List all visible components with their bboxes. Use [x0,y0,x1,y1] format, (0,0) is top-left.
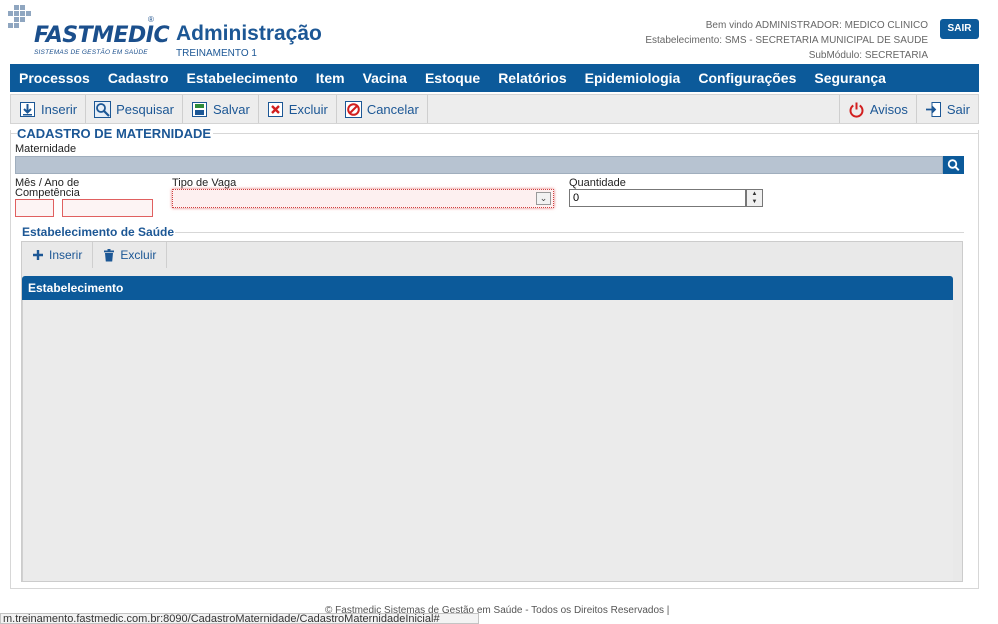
chevron-down-icon[interactable]: ⌄ [536,192,551,205]
delete-button[interactable]: Excluir [259,95,337,123]
plus-icon [33,250,43,260]
insert-button[interactable]: Inserir [11,95,87,123]
form-title: CADASTRO DE MATERNIDADE [17,126,214,141]
maternidade-label: Maternidade [15,143,77,155]
header: FASTMEDIC ® SISTEMAS DE GESTÃO EM SAÚDE … [0,0,998,64]
fastmedic-logo[interactable]: FASTMEDIC ® SISTEMAS DE GESTÃO EM SAÚDE [8,5,170,60]
menu-estabelecimento[interactable]: Estabelecimento [178,64,307,92]
magnifier-icon [947,159,960,172]
grid-body [22,300,953,581]
grid-header: Estabelecimento [22,276,953,300]
submodule-text: SubMódulo: SECRETARIA [808,50,928,61]
main-menu: Processos Cadastro Estabelecimento Item … [10,64,979,92]
quantidade-input[interactable]: 0 [569,189,746,207]
establishments-divider [175,232,964,233]
insert-icon [19,101,36,118]
maternidade-search-button[interactable] [943,156,964,174]
establishment-text: Estabelecimento: SMS - SECRETARIA MUNICI… [645,35,928,46]
tipo-vaga-select[interactable]: ⌄ [172,189,554,208]
establishments-toolbar: Inserir Excluir [22,242,168,268]
cancel-icon [344,100,362,118]
insert-label: Inserir [41,101,78,117]
year-input[interactable] [62,199,153,217]
stepper-up-icon[interactable]: ▲ [747,190,762,198]
menu-cadastro[interactable]: Cadastro [99,64,178,92]
environment-label: TREINAMENTO 1 [176,48,257,59]
establishment-insert-button[interactable]: Inserir [22,242,94,268]
logout-button[interactable]: SAIR [940,19,979,39]
tipo-vaga-label: Tipo de Vaga [172,177,237,189]
quantidade-label: Quantidade [569,177,626,189]
toolbar-right: Avisos Sair [838,95,978,123]
logo-tagline: SISTEMAS DE GESTÃO EM SAÚDE [34,49,148,56]
establishment-insert-label: Inserir [49,248,83,262]
alerts-label: Avisos [869,101,908,117]
status-bar-url: m.treinamento.fastmedic.com.br:8090/Cada… [0,613,479,624]
action-toolbar: Inserir Pesquisar Salvar Excluir Cancela… [10,94,979,124]
menu-estoque[interactable]: Estoque [416,64,489,92]
maternidade-input[interactable] [15,156,943,174]
menu-item[interactable]: Item [307,64,354,92]
menu-epidemiologia[interactable]: Epidemiologia [576,64,690,92]
establishments-title: Estabelecimento de Saúde [22,225,175,239]
establishment-delete-button[interactable]: Excluir [93,242,168,268]
quantidade-stepper[interactable]: ▲ ▼ [746,189,763,207]
search-button[interactable]: Pesquisar [86,95,183,123]
competencia-label-line2: Competência [15,187,80,199]
cancel-button[interactable]: Cancelar [337,95,428,123]
user-info: Bem vindo ADMINISTRADOR: MEDICO CLINICO … [645,18,928,63]
app-title: Administração [176,22,322,45]
menu-processos[interactable]: Processos [10,64,99,92]
menu-seguranca[interactable]: Segurança [805,64,895,92]
stepper-down-icon[interactable]: ▼ [747,198,762,206]
delete-label: Excluir [288,101,328,117]
month-input[interactable] [15,199,54,217]
power-icon [848,101,865,118]
delete-icon [267,101,284,118]
save-icon [191,101,208,118]
welcome-text: Bem vindo ADMINISTRADOR: MEDICO CLINICO [705,20,928,31]
menu-configuracoes[interactable]: Configurações [689,64,805,92]
exit-button[interactable]: Sair [915,95,978,123]
save-button[interactable]: Salvar [183,95,259,123]
menu-relatorios[interactable]: Relatórios [489,64,575,92]
column-estabelecimento[interactable]: Estabelecimento [28,281,123,295]
save-label: Salvar [212,101,250,117]
logo-wordmark: FASTMEDIC [34,23,170,48]
trash-icon [104,248,115,261]
menu-vacina[interactable]: Vacina [354,64,416,92]
logo-registered: ® [148,15,154,24]
cancel-label: Cancelar [366,101,419,117]
exit-label: Sair [946,101,970,117]
search-icon [94,100,112,118]
alerts-button[interactable]: Avisos [838,95,916,123]
exit-icon [925,101,942,118]
establishment-delete-label: Excluir [120,248,157,262]
search-label: Pesquisar [116,101,174,117]
